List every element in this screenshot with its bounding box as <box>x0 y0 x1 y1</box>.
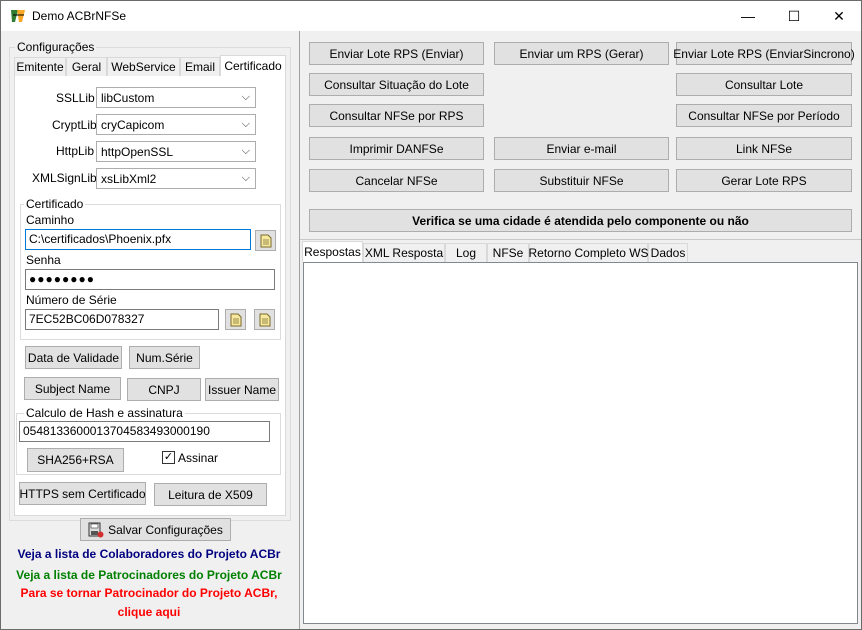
tab-geral[interactable]: Geral <box>66 57 107 77</box>
output-panel: Respostas XML Resposta Log NFSe Retorno … <box>300 239 861 629</box>
gerar-lote-rps-button[interactable]: Gerar Lote RPS <box>676 169 852 192</box>
document-icon <box>259 313 270 326</box>
tab-xml-resposta[interactable]: XML Resposta <box>363 243 445 263</box>
enviar-lote-sincrono-button[interactable]: Enviar Lote RPS (EnviarSincrono) <box>673 42 855 65</box>
httplib-select[interactable]: httpOpenSSL ⌵ <box>96 141 256 162</box>
certificate-path-input[interactable]: C:\certificados\Phoenix.pfx <box>25 229 251 250</box>
password-input[interactable]: ●●●●●●●● <box>25 269 275 290</box>
cryptlib-select[interactable]: cryCapicom ⌵ <box>96 114 256 135</box>
link-clique-aqui[interactable]: clique aqui <box>1 605 297 619</box>
tab-respostas[interactable]: Respostas <box>302 241 363 263</box>
config-group-title: Configurações <box>15 40 97 54</box>
open-file-icon <box>260 234 271 247</box>
browse-certificate-button[interactable] <box>255 230 276 251</box>
enviar-email-button[interactable]: Enviar e-mail <box>494 137 669 160</box>
leitura-x509-button[interactable]: Leitura de X509 <box>154 483 267 506</box>
enviar-um-rps-button[interactable]: Enviar um RPS (Gerar) <box>494 42 669 65</box>
ssllib-select[interactable]: libCustom ⌵ <box>96 87 256 108</box>
left-panel: Configurações Emitente Geral WebService … <box>1 31 299 629</box>
tab-email[interactable]: Email <box>180 57 220 77</box>
app-logo-icon <box>11 10 25 22</box>
assinar-label: Assinar <box>178 451 219 465</box>
consultar-nfse-periodo-button[interactable]: Consultar NFSe por Período <box>676 104 852 127</box>
consultar-situacao-lote-button[interactable]: Consultar Situação do Lote <box>309 73 484 96</box>
tab-webservice[interactable]: WebService <box>107 57 180 77</box>
senha-label: Senha <box>26 253 61 267</box>
num-serie-button[interactable]: Num.Série <box>129 346 200 369</box>
select-certificate-button[interactable] <box>225 309 246 330</box>
maximize-button[interactable]: ☐ <box>771 1 817 31</box>
certificado-group-title: Certificado <box>24 197 86 211</box>
ssllib-label: SSLLib <box>56 91 95 105</box>
salvar-configuracoes-button[interactable]: Salvar Configurações <box>80 518 231 541</box>
copy-serial-button[interactable] <box>254 309 275 330</box>
cnpj-button[interactable]: CNPJ <box>127 378 201 401</box>
link-nfse-button[interactable]: Link NFSe <box>676 137 852 160</box>
numero-serie-label: Número de Série <box>26 293 117 307</box>
actions-panel: Enviar Lote RPS (Enviar) Enviar um RPS (… <box>300 31 861 239</box>
tab-log[interactable]: Log <box>445 243 487 263</box>
tab-emitente[interactable]: Emitente <box>14 57 66 77</box>
salvar-configuracoes-label: Salvar Configurações <box>108 522 223 537</box>
tab-dados[interactable]: Dados <box>648 243 688 263</box>
subject-name-button[interactable]: Subject Name <box>24 377 121 400</box>
link-tornar-patrocinador[interactable]: Para se tornar Patrocinador do Projeto A… <box>1 586 297 600</box>
respostas-memo[interactable] <box>303 262 858 624</box>
link-colaboradores[interactable]: Veja a lista de Colaboradores do Projeto… <box>1 547 297 561</box>
tab-certificado[interactable]: Certificado <box>220 55 286 77</box>
enviar-lote-rps-button[interactable]: Enviar Lote RPS (Enviar) <box>309 42 484 65</box>
document-icon <box>230 313 241 326</box>
xmlsignlib-label: XMLSignLib <box>32 171 97 185</box>
chevron-down-icon: ⌵ <box>241 145 250 157</box>
main-window: Demo ACBrNFSe — ☐ ✕ Configurações Emiten… <box>0 0 862 630</box>
serial-number-input[interactable]: 7EC52BC06D078327 <box>25 309 219 330</box>
minimize-button[interactable]: — <box>725 1 771 31</box>
consultar-nfse-rps-button[interactable]: Consultar NFSe por RPS <box>309 104 484 127</box>
issuer-name-button[interactable]: Issuer Name <box>205 378 279 401</box>
imprimir-danfse-button[interactable]: Imprimir DANFSe <box>309 137 484 160</box>
cancelar-nfse-button[interactable]: Cancelar NFSe <box>309 169 484 192</box>
sha256-rsa-button[interactable]: SHA256+RSA <box>27 448 124 472</box>
substituir-nfse-button[interactable]: Substituir NFSe <box>494 169 669 192</box>
consultar-lote-button[interactable]: Consultar Lote <box>676 73 852 96</box>
data-validade-button[interactable]: Data de Validade <box>25 346 122 369</box>
hash-input[interactable]: 0548133600013704583493000190 <box>19 421 270 442</box>
save-icon <box>88 522 104 537</box>
chevron-down-icon: ⌵ <box>241 118 250 130</box>
tab-nfse[interactable]: NFSe <box>487 243 529 263</box>
title-bar: Demo ACBrNFSe — ☐ ✕ <box>1 1 861 31</box>
caminho-label: Caminho <box>26 213 75 227</box>
link-patrocinadores[interactable]: Veja a lista de Patrocinadores do Projet… <box>1 568 297 582</box>
tab-retorno-completo-ws[interactable]: Retorno Completo WS <box>528 243 649 263</box>
chevron-down-icon: ⌵ <box>241 172 250 184</box>
chevron-down-icon: ⌵ <box>241 91 250 103</box>
cryptlib-label: CryptLib <box>52 118 97 132</box>
cryptlib-value: cryCapicom <box>101 118 165 132</box>
verifica-cidade-button[interactable]: Verifica se uma cidade é atendida pelo c… <box>309 209 852 232</box>
close-button[interactable]: ✕ <box>816 1 862 31</box>
httplib-value: httpOpenSSL <box>101 145 174 159</box>
assinar-checkbox[interactable]: ✓ <box>162 451 175 464</box>
https-sem-certificado-button[interactable]: HTTPS sem Certificado <box>19 482 146 505</box>
ssllib-value: libCustom <box>101 91 155 105</box>
hash-group-title: Calculo de Hash e assinatura <box>24 406 185 420</box>
xmlsignlib-select[interactable]: xsLibXml2 ⌵ <box>96 168 256 189</box>
httplib-label: HttpLib <box>56 144 95 158</box>
window-title: Demo ACBrNFSe <box>32 9 127 23</box>
xmlsignlib-value: xsLibXml2 <box>101 172 157 186</box>
